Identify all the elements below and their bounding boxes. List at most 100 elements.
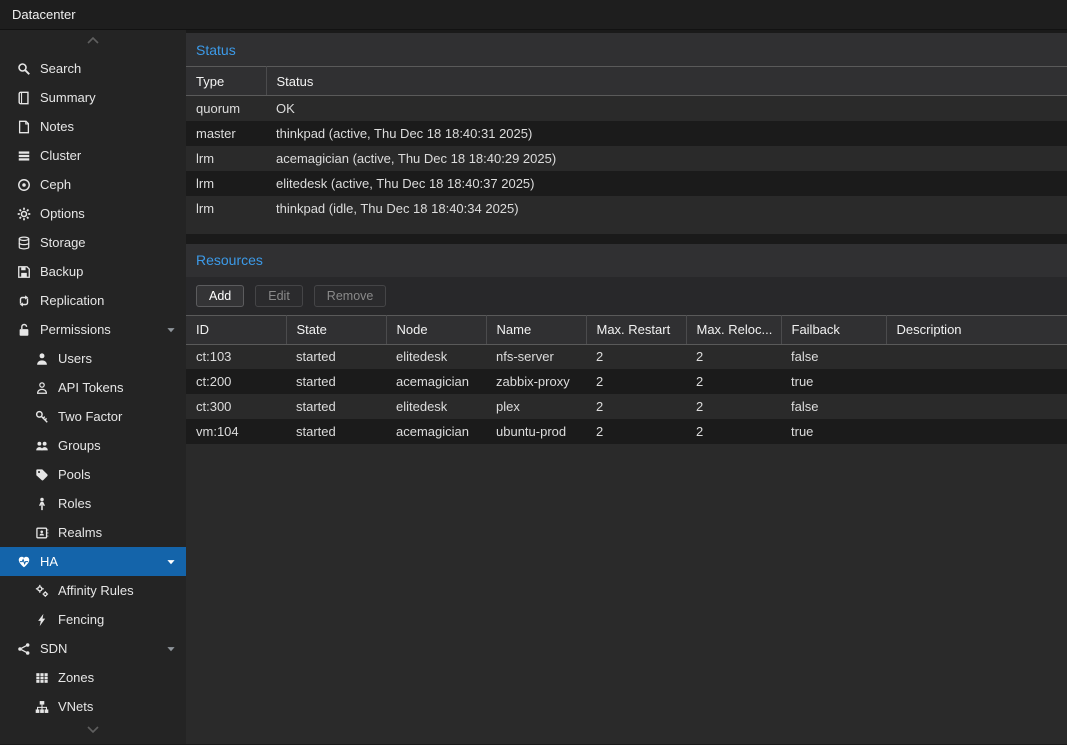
table-cell [886,394,1067,419]
sidebar-item-label: Options [40,206,85,221]
resources-panel: Resources AddEditRemove IDStateNodeNameM… [186,244,1067,745]
sidebar-item-ha[interactable]: HA [0,547,186,576]
sidebar-item-replication[interactable]: Replication [0,286,186,315]
sidebar-item-pools[interactable]: Pools [0,460,186,489]
sidebar-item-label: Permissions [40,322,111,337]
column-header-failback[interactable]: Failback [781,315,886,344]
sidebar-item-label: VNets [58,699,93,714]
table-row[interactable]: vm:104startedacemagicianubuntu-prod22tru… [186,419,1067,444]
sidebar-item-summary[interactable]: Summary [0,83,186,112]
status-table: TypeStatus quorumOKmasterthinkpad (activ… [186,66,1067,221]
table-row[interactable]: ct:103startedelitedesknfs-server22false [186,344,1067,369]
sidebar-item-search[interactable]: Search [0,54,186,83]
column-header-node[interactable]: Node [386,315,486,344]
column-header-state[interactable]: State [286,315,386,344]
table-row[interactable]: masterthinkpad (active, Thu Dec 18 18:40… [186,121,1067,146]
sidebar-item-fencing[interactable]: Fencing [0,605,186,634]
sidebar-item-label: Search [40,61,81,76]
sidebar-item-permissions[interactable]: Permissions [0,315,186,344]
sidebar-item-label: Replication [40,293,104,308]
sidebar-item-roles[interactable]: Roles [0,489,186,518]
sidebar-item-vnets[interactable]: VNets [0,692,186,720]
table-cell: nfs-server [486,344,586,369]
column-header-id[interactable]: ID [186,315,286,344]
sidebar-item-cluster[interactable]: Cluster [0,141,186,170]
replication-arrows-icon [15,293,32,309]
table-cell: quorum [186,96,266,121]
sidebar-item-label: Cluster [40,148,81,163]
sidebar-item-label: API Tokens [58,380,124,395]
sidebar-item-label: SDN [40,641,67,656]
caret-down-icon[interactable] [165,324,177,336]
sidebar-item-label: Users [58,351,92,366]
sidebar-nav: Search SummaryNotes Cluster Ceph Options Stor… [0,54,186,720]
caret-down-icon[interactable] [165,643,177,655]
table-cell: 2 [686,394,781,419]
chevron-up-icon [85,33,101,51]
column-header-max-reloc[interactable]: Max. Reloc... [686,315,781,344]
table-row[interactable]: ct:200startedacemagicianzabbix-proxy22tr… [186,369,1067,394]
column-header-type[interactable]: Type [186,67,266,96]
table-row[interactable]: quorumOK [186,96,1067,121]
person-icon [33,496,50,512]
sidebar-item-label: Two Factor [58,409,122,424]
sidebar-item-label: Fencing [58,612,104,627]
caret-down-icon[interactable] [165,556,177,568]
table-cell: zabbix-proxy [486,369,586,394]
status-panel: Status TypeStatus quorumOKmasterthinkpad… [186,33,1067,234]
table-cell: ct:200 [186,369,286,394]
sidebar-item-label: Storage [40,235,86,250]
sidebar-item-label: Affinity Rules [58,583,134,598]
table-row[interactable]: lrmthinkpad (idle, Thu Dec 18 18:40:34 2… [186,196,1067,221]
table-cell: started [286,344,386,369]
sidebar-item-api-tokens[interactable]: API Tokens [0,373,186,402]
sidebar-item-affinity-rules[interactable]: Affinity Rules [0,576,186,605]
table-cell: lrm [186,171,266,196]
sidebar-scroll-down[interactable] [0,720,186,744]
chevron-down-icon [85,723,101,741]
search-icon [15,61,32,77]
edit-button[interactable]: Edit [255,285,303,307]
sidebar-item-groups[interactable]: Groups [0,431,186,460]
sidebar-item-users[interactable]: Users [0,344,186,373]
table-cell [886,344,1067,369]
grid-icon [33,670,50,686]
sidebar-item-options[interactable]: Options [0,199,186,228]
sidebar-item-label: Realms [58,525,102,540]
sidebar-item-ceph[interactable]: Ceph [0,170,186,199]
table-cell: 2 [586,369,686,394]
table-row[interactable]: ct:300startedelitedeskplex22false [186,394,1067,419]
sidebar-item-sdn[interactable]: SDN [0,634,186,663]
status-panel-footer [186,221,1067,234]
table-cell: lrm [186,196,266,221]
table-row[interactable]: lrmelitedesk (active, Thu Dec 18 18:40:3… [186,171,1067,196]
column-header-description[interactable]: Description [886,315,1067,344]
table-cell: 2 [686,419,781,444]
sidebar-item-realms[interactable]: Realms [0,518,186,547]
table-cell: ct:103 [186,344,286,369]
table-cell: elitedesk [386,344,486,369]
table-cell: elitedesk [386,394,486,419]
column-header-name[interactable]: Name [486,315,586,344]
sidebar-scroll-up[interactable] [0,30,186,54]
user-icon [33,351,50,367]
sidebar-item-zones[interactable]: Zones [0,663,186,692]
sidebar-item-notes[interactable]: Notes [0,112,186,141]
sidebar-item-backup[interactable]: Backup [0,257,186,286]
add-button[interactable]: Add [196,285,244,307]
table-cell [886,419,1067,444]
cluster-icon [15,148,32,164]
sidebar-item-storage[interactable]: Storage [0,228,186,257]
table-cell: false [781,344,886,369]
table-cell: plex [486,394,586,419]
sidebar-item-two-factor[interactable]: Two Factor [0,402,186,431]
sidebar-item-label: Ceph [40,177,71,192]
table-row[interactable]: lrmacemagician (active, Thu Dec 18 18:40… [186,146,1067,171]
column-header-max-restart[interactable]: Max. Restart [586,315,686,344]
table-cell: ubuntu-prod [486,419,586,444]
table-cell: 2 [586,394,686,419]
remove-button[interactable]: Remove [314,285,387,307]
status-panel-header: Status [186,33,1067,66]
column-header-status[interactable]: Status [266,67,1067,96]
content-area: Status TypeStatus quorumOKmasterthinkpad… [186,30,1067,744]
